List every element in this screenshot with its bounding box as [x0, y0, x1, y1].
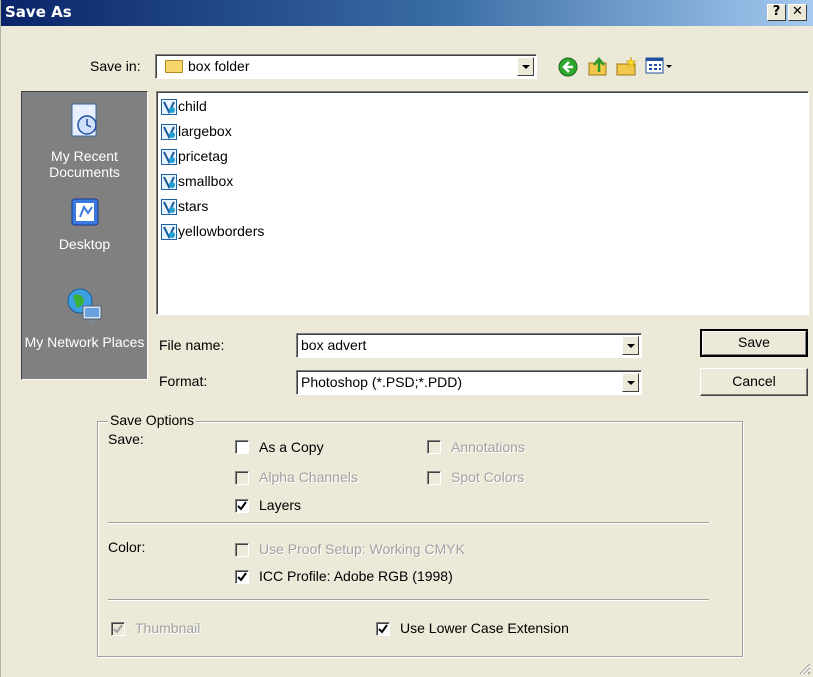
- psd-file-icon: [161, 99, 177, 116]
- use-proof-setup-label: Use Proof Setup: Working CMYK: [259, 541, 465, 557]
- save-in-label: Save in:: [90, 58, 141, 74]
- psd-file-icon: [161, 224, 177, 241]
- format-value: Photoshop (*.PSD;*.PDD): [301, 374, 463, 390]
- save-button[interactable]: Save: [700, 329, 808, 357]
- save-label: Save:: [108, 431, 144, 447]
- save-options-legend: Save Options: [108, 412, 197, 428]
- place-my-recent-documents[interactable]: My Recent Documents: [22, 102, 147, 180]
- divider: [108, 522, 709, 524]
- lower-case-extension-label: Use Lower Case Extension: [400, 620, 569, 636]
- checkmark-icon: [237, 501, 247, 511]
- psd-file-icon: [161, 174, 177, 191]
- alpha-channels-label: Alpha Channels: [259, 469, 358, 485]
- thumbnail-checkbox: [111, 622, 125, 636]
- use-proof-setup-checkbox: [235, 543, 249, 557]
- folder-icon: [165, 60, 183, 73]
- icc-profile-label: ICC Profile: Adobe RGB (1998): [259, 568, 453, 584]
- as-a-copy-checkbox[interactable]: [235, 440, 249, 454]
- list-item[interactable]: pricetag: [161, 144, 228, 168]
- save-in-value: box folder: [188, 58, 250, 74]
- thumbnail-label: Thumbnail: [135, 620, 201, 636]
- layers-label: Layers: [259, 497, 302, 513]
- lower-case-extension-checkbox[interactable]: [376, 622, 390, 636]
- place-my-network-places[interactable]: My Network Places: [22, 284, 147, 350]
- cancel-button[interactable]: Cancel: [700, 368, 808, 396]
- place-label: My Network Places: [24, 334, 145, 350]
- window-title: Save As: [5, 3, 72, 21]
- file-name-value: box advert: [301, 337, 367, 353]
- resize-grip-icon[interactable]: [797, 661, 811, 675]
- places-bar: My Recent Documents Desktop My Network P…: [21, 91, 148, 380]
- spot-colors-checkbox: [427, 471, 441, 485]
- list-item[interactable]: smallbox: [161, 169, 233, 193]
- up-folder-icon[interactable]: [587, 55, 609, 77]
- title-bar[interactable]: Save As ? ✕: [1, 0, 813, 26]
- annotations-label: Annotations: [451, 439, 525, 455]
- chevron-down-icon[interactable]: [517, 57, 534, 76]
- checkmark-icon: [113, 624, 123, 634]
- place-desktop[interactable]: Desktop: [22, 196, 147, 252]
- place-label: My Recent Documents: [49, 148, 120, 180]
- divider: [108, 599, 709, 601]
- psd-file-icon: [161, 199, 177, 216]
- icc-profile-checkbox[interactable]: [235, 570, 249, 584]
- layers-checkbox[interactable]: [235, 499, 249, 513]
- back-icon[interactable]: [558, 57, 578, 77]
- save-as-dialog: Save As ? ✕ Save in: box folder My Recen…: [0, 0, 813, 677]
- color-label: Color:: [108, 539, 146, 555]
- list-item[interactable]: yellowborders: [161, 219, 264, 243]
- network-places-icon: [67, 288, 101, 323]
- views-menu-icon[interactable]: [645, 56, 675, 76]
- checkmark-icon: [378, 624, 388, 634]
- help-button[interactable]: ?: [767, 4, 786, 21]
- save-in-dropdown[interactable]: box folder: [155, 54, 537, 79]
- list-item[interactable]: stars: [161, 194, 208, 218]
- place-label: Desktop: [58, 236, 111, 252]
- chevron-down-icon[interactable]: [622, 373, 639, 392]
- psd-file-icon: [161, 149, 177, 166]
- file-name-label: File name:: [159, 337, 225, 353]
- file-name-field[interactable]: box advert: [296, 333, 642, 358]
- close-button[interactable]: ✕: [788, 4, 807, 21]
- as-a-copy-label: As a Copy: [259, 439, 324, 455]
- file-list[interactable]: child largebox pricetag smallbox stars y…: [156, 91, 809, 315]
- psd-file-icon: [161, 124, 177, 141]
- list-item[interactable]: largebox: [161, 119, 232, 143]
- format-dropdown[interactable]: Photoshop (*.PSD;*.PDD): [296, 370, 642, 395]
- list-item[interactable]: child: [161, 94, 207, 118]
- desktop-icon: [71, 198, 98, 226]
- checkmark-icon: [237, 572, 247, 582]
- spot-colors-label: Spot Colors: [451, 469, 525, 485]
- recent-documents-icon: [71, 103, 97, 137]
- new-folder-icon[interactable]: [615, 55, 639, 77]
- format-label: Format:: [159, 373, 208, 389]
- annotations-checkbox: [427, 440, 441, 454]
- chevron-down-icon[interactable]: [622, 336, 639, 355]
- alpha-channels-checkbox: [235, 471, 249, 485]
